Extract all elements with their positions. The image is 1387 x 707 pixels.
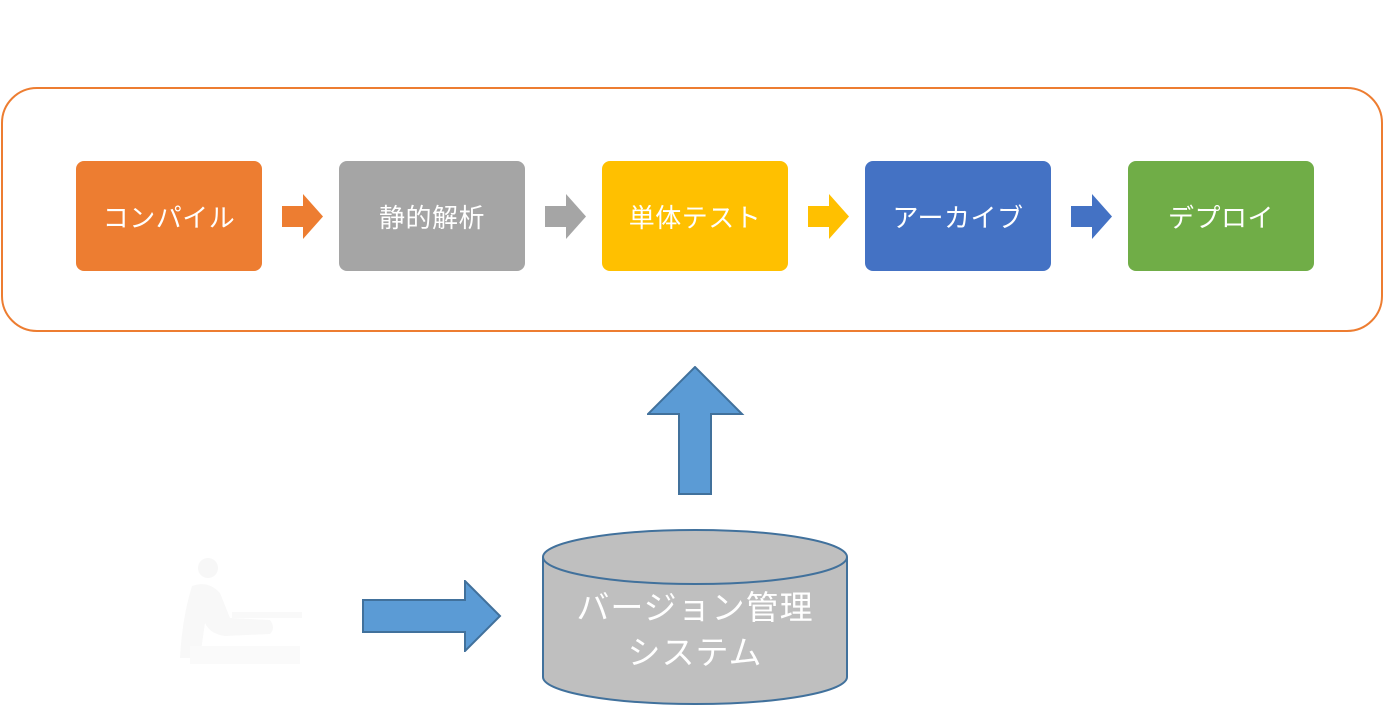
arrow-analysis-to-test [545,194,586,239]
stage-static-analysis-label: 静的解析 [378,203,485,234]
repository-label-line1: バージョン管理 [576,588,814,627]
arrow-compile-to-analysis [282,194,323,239]
up-arrow [647,366,745,495]
stage-static-analysis: 静的解析 [339,161,525,271]
right-arrow [362,580,502,652]
stage-unit-test: 単体テスト [602,161,788,271]
repository-label-line2: システム [627,633,763,672]
stage-archive: アーカイブ [865,161,1051,271]
arrow-archive-to-deploy [1071,194,1112,239]
developer-silhouette [180,558,302,664]
stage-deploy-label: デプロイ [1167,203,1274,234]
stage-archive-label: アーカイブ [892,203,1024,234]
stage-deploy: デプロイ [1128,161,1314,271]
stage-unit-test-label: 単体テスト [628,203,762,234]
repository-label: バージョン管理 システム [542,585,848,675]
stage-compile: コンパイル [76,161,262,271]
arrow-test-to-archive [808,194,849,239]
stage-compile-label: コンパイル [102,203,236,234]
